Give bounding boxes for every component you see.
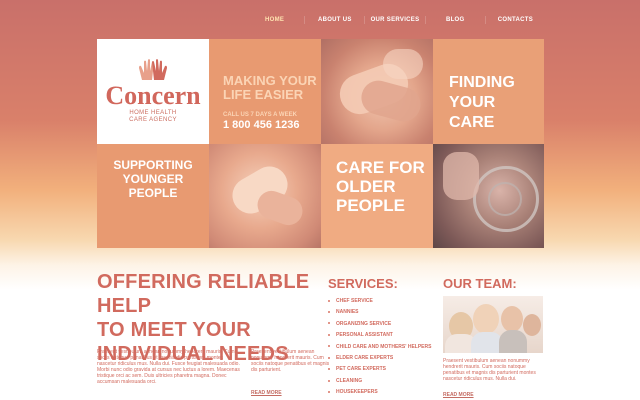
heading-line: MAKING YOUR <box>223 73 317 88</box>
nav-home[interactable]: HOME <box>245 16 306 24</box>
logo-subtitle-line: HOME HEALTH <box>129 110 177 116</box>
bullet-icon <box>328 333 330 336</box>
finding-care-heading: FINDING YOUR CARE <box>449 73 515 133</box>
finding-care-tile[interactable]: FINDING YOUR CARE <box>433 39 544 144</box>
service-item[interactable]: PET CARE EXPERTS <box>328 364 431 375</box>
bullet-icon <box>328 311 330 314</box>
service-label: ORGANIZING SERVICE <box>336 320 392 327</box>
bullet-icon <box>328 345 330 348</box>
nav-about-us[interactable]: ABOUT US <box>305 16 366 24</box>
heading-line: SUPPORTING <box>113 158 193 172</box>
hero-grid: Concern HOME HEALTH CARE AGENCY MAKING Y… <box>97 39 544 248</box>
heading-line: YOUR <box>449 94 496 111</box>
heading-line: PEOPLE <box>336 196 405 215</box>
service-item[interactable]: HOUSEKEEPERS <box>328 387 431 398</box>
bullet-icon <box>328 379 330 382</box>
bullet-icon <box>328 299 330 302</box>
team-read-more-link[interactable]: READ MORE <box>443 392 474 398</box>
service-label: CHILD CARE AND MOTHERS' HELPERS <box>336 343 432 350</box>
life-easier-tile[interactable]: MAKING YOUR LIFE EASIER CALL US 7 DAYS A… <box>209 39 321 144</box>
bullet-icon <box>328 368 330 371</box>
heading-line: YOUNGER <box>122 172 184 186</box>
team-photo <box>443 296 543 353</box>
hands-logo-icon <box>139 59 167 80</box>
heading-line: CARE <box>449 114 495 131</box>
holding-hands-photo <box>321 39 433 144</box>
service-label: ELDER CARE EXPERTS <box>336 355 394 362</box>
heading-line: TO MEET YOUR <box>97 319 251 341</box>
main-nav: HOME ABOUT US OUR SERVICES BLOG CONTACTS <box>245 0 545 40</box>
care-older-heading: CARE FOR OLDER PEOPLE <box>336 158 425 215</box>
service-item[interactable]: NANNIES <box>328 307 431 318</box>
logo-subtitle: HOME HEALTH CARE AGENCY <box>129 110 177 124</box>
supporting-younger-heading: SUPPORTING YOUNGER PEOPLE <box>97 158 209 200</box>
logo-title: Concern <box>105 81 201 110</box>
care-older-tile[interactable]: CARE FOR OLDER PEOPLE <box>321 144 433 248</box>
service-item[interactable]: CHILD CARE AND MOTHERS' HELPERS <box>328 342 431 353</box>
service-label: HOUSEKEEPERS <box>336 389 378 396</box>
supporting-younger-tile[interactable]: SUPPORTING YOUNGER PEOPLE <box>97 144 209 248</box>
services-heading: SERVICES: <box>328 276 398 291</box>
service-item[interactable]: CLEANING <box>328 376 431 387</box>
heading-line: CARE FOR <box>336 158 425 177</box>
service-label: CHEF SERVICE <box>336 298 373 304</box>
bullet-icon <box>328 390 330 393</box>
heading-line: LIFE EASIER <box>223 87 304 102</box>
nav-contacts[interactable]: CONTACTS <box>486 16 545 24</box>
service-label: PET CARE EXPERTS <box>336 366 387 373</box>
service-label: CLEANING <box>336 377 363 384</box>
service-item[interactable]: CHEF SERVICE <box>328 296 431 307</box>
service-item[interactable]: PERSONAL ASSISTANT <box>328 330 431 341</box>
bullet-icon <box>328 322 330 325</box>
service-item[interactable]: ORGANIZING SERVICE <box>328 319 431 330</box>
team-heading: OUR TEAM: <box>443 276 517 291</box>
call-label: CALL US 7 DAYS A WEEK <box>223 112 297 118</box>
baby-hands-photo <box>209 144 321 248</box>
logo-tile[interactable]: Concern HOME HEALTH CARE AGENCY <box>97 39 209 144</box>
services-list: CHEF SERVICE NANNIES ORGANIZING SERVICE … <box>328 296 431 399</box>
heading-line: PEOPLE <box>128 186 178 200</box>
offer-paragraph: Praesent vestibulum aenean nonummy hendr… <box>97 349 240 385</box>
life-easier-heading: MAKING YOUR LIFE EASIER <box>223 74 321 102</box>
heading-line: OLDER <box>336 177 396 196</box>
service-item[interactable]: ELDER CARE EXPERTS <box>328 353 431 364</box>
wheelchair-photo <box>433 144 544 248</box>
service-label: NANNIES <box>336 309 359 316</box>
bullet-icon <box>328 356 330 359</box>
offer-read-more-link[interactable]: READ MORE <box>251 390 282 396</box>
nav-our-services[interactable]: OUR SERVICES <box>365 16 426 24</box>
service-label: PERSONAL ASSISTANT <box>336 332 393 339</box>
phone-number[interactable]: 1 800 456 1236 <box>223 119 299 131</box>
heading-line: FINDING <box>449 74 515 91</box>
heading-line: OFFERING RELIABLE HELP <box>97 271 310 317</box>
team-paragraph: Praesent vestibulum aenean nonummy hendr… <box>443 358 536 382</box>
nav-blog[interactable]: BLOG <box>426 16 486 24</box>
offer-paragraph-secondary: Praesent vestibulum aenean nonummy hendr… <box>251 349 330 373</box>
logo-subtitle-line: CARE AGENCY <box>129 117 177 123</box>
